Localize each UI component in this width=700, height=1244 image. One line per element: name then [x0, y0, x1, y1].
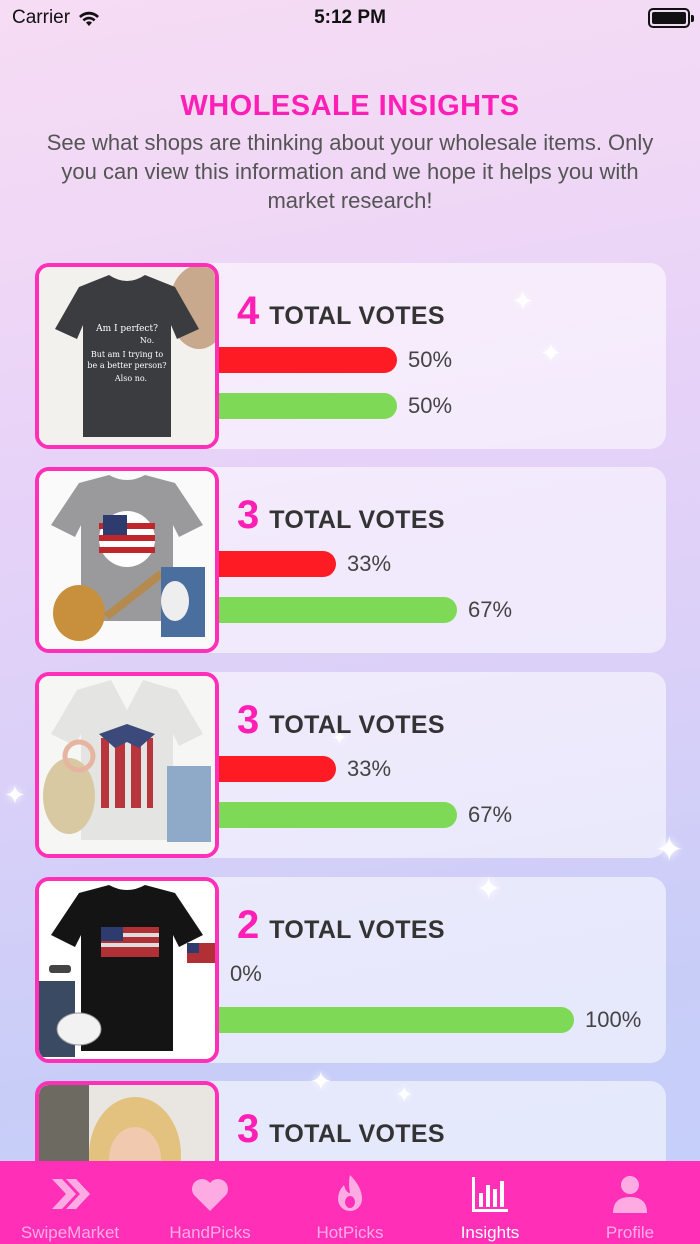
- bar-chart-icon: [468, 1173, 512, 1215]
- tab-label: Profile: [605, 1223, 655, 1242]
- votes-label: TOTAL VOTES: [269, 711, 445, 739]
- heart-icon: [188, 1173, 232, 1215]
- tab-bar: SwipeMarket HandPicks HotPicks Insights …: [0, 1161, 700, 1244]
- no-vote-percent: 33%: [347, 756, 392, 781]
- votes-summary: 3 TOTAL VOTES: [237, 1107, 445, 1152]
- page-title: WHOLESALE INSIGHTS: [180, 90, 520, 122]
- tab-profile[interactable]: Profile: [560, 1161, 700, 1244]
- svg-text:Am I perfect?: Am I perfect?: [95, 324, 158, 334]
- no-vote-percent: 0%: [230, 961, 262, 986]
- yes-vote-bar: [219, 597, 457, 623]
- tab-label: HandPicks: [169, 1223, 251, 1242]
- tab-handpicks[interactable]: HandPicks: [140, 1161, 280, 1244]
- no-vote-bar: [219, 551, 336, 577]
- yes-vote-percent: 50%: [408, 393, 453, 418]
- tab-label: HotPicks: [316, 1223, 384, 1242]
- votes-count: 3: [237, 493, 260, 537]
- no-vote-bar: [219, 756, 336, 782]
- status-bar: Carrier 5:12 PM: [0, 0, 700, 36]
- tab-insights[interactable]: Insights: [420, 1161, 560, 1244]
- product-image[interactable]: [35, 877, 219, 1063]
- no-vote-percent: 50%: [408, 347, 453, 372]
- insight-card[interactable]: Am I perfect? No. But am I trying to be …: [35, 263, 666, 449]
- votes-summary: 4 TOTAL VOTES: [237, 289, 445, 334]
- svg-text:be a better person?: be a better person?: [87, 361, 166, 370]
- page-description: See what shops are thinking about your w…: [46, 130, 654, 213]
- yes-vote-bar: [219, 393, 397, 419]
- insight-card[interactable]: 2 TOTAL VOTES 0% 100%: [35, 877, 666, 1063]
- double-chevron-icon: [48, 1173, 92, 1215]
- no-vote-bar: [219, 347, 397, 373]
- person-icon: [608, 1173, 652, 1215]
- sparkle-icon: ✦: [4, 780, 26, 810]
- votes-summary: 2 TOTAL VOTES: [237, 903, 445, 948]
- product-image[interactable]: Am I perfect? No. But am I trying to be …: [35, 263, 219, 449]
- votes-label: TOTAL VOTES: [269, 916, 445, 944]
- votes-count: 3: [237, 1107, 260, 1151]
- insight-card[interactable]: 3 TOTAL VOTES 33% 67%: [35, 467, 666, 653]
- tab-label: Insights: [460, 1223, 520, 1242]
- votes-count: 4: [237, 289, 260, 333]
- votes-count: 2: [237, 903, 260, 947]
- yes-vote-bar: [219, 1007, 574, 1033]
- battery-icon: [648, 8, 694, 28]
- votes-label: TOTAL VOTES: [269, 302, 445, 330]
- votes-summary: 3 TOTAL VOTES: [237, 493, 445, 538]
- votes-label: TOTAL VOTES: [269, 506, 445, 534]
- no-vote-percent: 33%: [347, 551, 392, 576]
- yes-vote-bar: [219, 802, 457, 828]
- yes-vote-percent: 100%: [585, 1007, 642, 1032]
- votes-label: TOTAL VOTES: [269, 1120, 445, 1148]
- svg-text:No.: No.: [140, 336, 154, 345]
- tab-hotpicks[interactable]: HotPicks: [280, 1161, 420, 1244]
- svg-text:But am I trying to: But am I trying to: [91, 350, 164, 359]
- flame-icon: [328, 1173, 372, 1215]
- product-image[interactable]: [35, 467, 219, 653]
- votes-summary: 3 TOTAL VOTES: [237, 698, 445, 743]
- votes-count: 3: [237, 698, 260, 742]
- tab-label: SwipeMarket: [20, 1223, 120, 1242]
- yes-vote-percent: 67%: [468, 597, 513, 622]
- clock: 5:12 PM: [314, 7, 386, 28]
- svg-text:Also no.: Also no.: [114, 374, 147, 383]
- product-image[interactable]: [35, 672, 219, 858]
- insight-card[interactable]: 3 TOTAL VOTES 33% 67%: [35, 672, 666, 858]
- tab-swipemarket[interactable]: SwipeMarket: [0, 1161, 140, 1244]
- yes-vote-percent: 67%: [468, 802, 513, 827]
